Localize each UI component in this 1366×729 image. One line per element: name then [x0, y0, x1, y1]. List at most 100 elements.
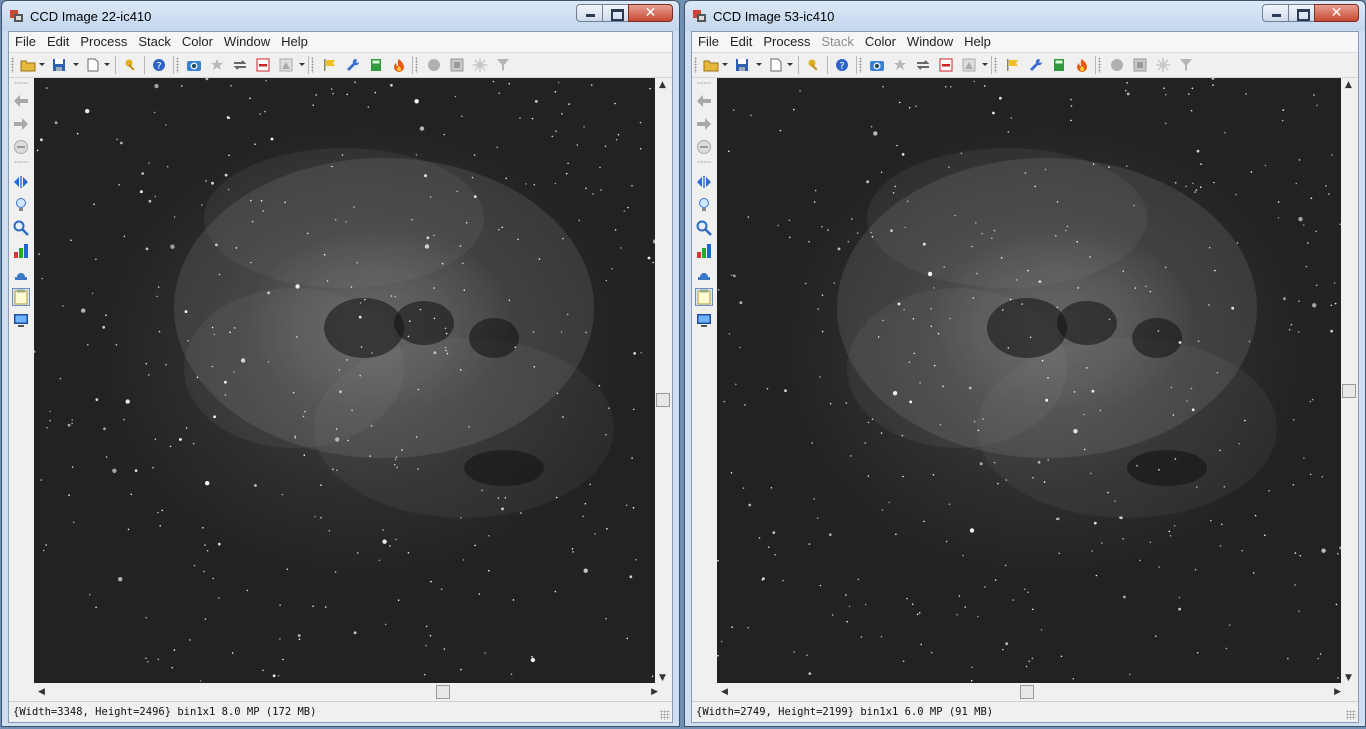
menu-edit[interactable]: Edit — [725, 32, 757, 52]
toolbar-grip[interactable] — [11, 57, 14, 73]
bar-chart-icon[interactable] — [12, 242, 30, 260]
menu-help[interactable]: Help — [276, 32, 313, 52]
mount-icon[interactable] — [12, 265, 30, 283]
help-icon[interactable]: ? — [150, 56, 168, 74]
title-bar[interactable]: CCD Image 53-ic410 ✕ — [685, 1, 1365, 31]
toolbar-grip[interactable] — [697, 82, 711, 84]
scroll-up-icon[interactable]: ▲ — [659, 80, 666, 90]
minus-circle-icon[interactable] — [12, 138, 30, 156]
swap-icon[interactable] — [231, 56, 249, 74]
chevron-down-icon[interactable] — [722, 63, 728, 66]
horizontal-scrollbar[interactable]: ◀ ▶ — [717, 684, 1345, 701]
open-folder-icon[interactable] — [19, 56, 37, 74]
new-doc-icon[interactable] — [84, 56, 102, 74]
chevron-down-icon[interactable] — [299, 63, 305, 66]
histogram-icon[interactable] — [960, 56, 978, 74]
magnifier-icon[interactable] — [695, 219, 713, 237]
calculator-icon[interactable] — [1050, 56, 1068, 74]
circle-icon[interactable] — [1108, 56, 1126, 74]
flame-icon[interactable] — [390, 56, 408, 74]
title-bar[interactable]: CCD Image 22-ic410 ✕ — [2, 1, 679, 31]
chevron-down-icon[interactable] — [982, 63, 988, 66]
image-canvas[interactable] — [717, 78, 1345, 683]
chevron-down-icon[interactable] — [39, 63, 45, 66]
menu-color[interactable]: Color — [177, 32, 218, 52]
bar-chart-icon[interactable] — [695, 242, 713, 260]
monitor-icon[interactable] — [12, 311, 30, 329]
toolbar-grip[interactable] — [415, 57, 418, 73]
filter-icon[interactable] — [494, 56, 512, 74]
camera-icon[interactable] — [868, 56, 886, 74]
notepad-icon[interactable] — [695, 288, 713, 306]
wrench-icon[interactable] — [344, 56, 362, 74]
toolbar-grip[interactable] — [176, 57, 179, 73]
star-icon[interactable] — [891, 56, 909, 74]
minus-box-icon[interactable] — [937, 56, 955, 74]
toolbar-grip[interactable] — [311, 57, 314, 73]
scroll-right-icon[interactable]: ▶ — [651, 687, 658, 697]
menu-process[interactable]: Process — [758, 32, 815, 52]
key-icon[interactable] — [122, 56, 140, 74]
circle-icon[interactable] — [425, 56, 443, 74]
scroll-left-icon[interactable]: ◀ — [721, 687, 728, 697]
scroll-left-icon[interactable]: ◀ — [38, 687, 45, 697]
toolbar-grip[interactable] — [697, 161, 711, 163]
star-icon[interactable] — [208, 56, 226, 74]
resize-grip-icon[interactable] — [660, 710, 670, 720]
menu-window[interactable]: Window — [219, 32, 275, 52]
menu-edit[interactable]: Edit — [42, 32, 74, 52]
calculator-icon[interactable] — [367, 56, 385, 74]
arrow-right-icon[interactable] — [12, 115, 30, 133]
help-icon[interactable]: ? — [833, 56, 851, 74]
menu-file[interactable]: File — [10, 32, 41, 52]
vertical-scroll-thumb[interactable] — [1342, 384, 1356, 398]
flame-icon[interactable] — [1073, 56, 1091, 74]
vertical-scrollbar[interactable]: ▲ ▼ — [655, 78, 672, 683]
toolbar-grip[interactable] — [1098, 57, 1101, 73]
open-folder-icon[interactable] — [702, 56, 720, 74]
save-icon[interactable] — [733, 56, 751, 74]
horizontal-scrollbar[interactable]: ◀ ▶ — [34, 684, 662, 701]
histogram-icon[interactable] — [277, 56, 295, 74]
close-button[interactable]: ✕ — [628, 4, 673, 22]
starburst-icon[interactable] — [471, 56, 489, 74]
close-button[interactable]: ✕ — [1314, 4, 1359, 22]
vertical-scroll-thumb[interactable] — [656, 393, 670, 407]
bulb-icon[interactable] — [12, 196, 30, 214]
arrow-left-icon[interactable] — [695, 92, 713, 110]
flip-horizontal-icon[interactable] — [12, 173, 30, 191]
maximize-button[interactable] — [602, 4, 629, 22]
chevron-down-icon[interactable] — [787, 63, 793, 66]
bulb-icon[interactable] — [695, 196, 713, 214]
image-canvas[interactable] — [34, 78, 662, 683]
menu-stack[interactable]: Stack — [133, 32, 176, 52]
square-icon[interactable] — [1131, 56, 1149, 74]
horizontal-scroll-thumb[interactable] — [436, 685, 450, 699]
save-icon[interactable] — [50, 56, 68, 74]
chevron-down-icon[interactable] — [104, 63, 110, 66]
scroll-down-icon[interactable]: ▼ — [659, 673, 666, 683]
minus-circle-icon[interactable] — [695, 138, 713, 156]
swap-icon[interactable] — [914, 56, 932, 74]
monitor-icon[interactable] — [695, 311, 713, 329]
toolbar-grip[interactable] — [994, 57, 997, 73]
horizontal-scroll-thumb[interactable] — [1020, 685, 1034, 699]
toolbar-grip[interactable] — [694, 57, 697, 73]
minimize-button[interactable] — [576, 4, 603, 22]
toolbar-grip[interactable] — [859, 57, 862, 73]
camera-icon[interactable] — [185, 56, 203, 74]
maximize-button[interactable] — [1288, 4, 1315, 22]
menu-help[interactable]: Help — [959, 32, 996, 52]
mount-icon[interactable] — [695, 265, 713, 283]
flag-icon[interactable] — [1004, 56, 1022, 74]
key-icon[interactable] — [805, 56, 823, 74]
arrow-left-icon[interactable] — [12, 92, 30, 110]
menu-process[interactable]: Process — [75, 32, 132, 52]
vertical-scrollbar[interactable]: ▲ ▼ — [1341, 78, 1358, 683]
square-icon[interactable] — [448, 56, 466, 74]
minimize-button[interactable] — [1262, 4, 1289, 22]
wrench-icon[interactable] — [1027, 56, 1045, 74]
chevron-down-icon[interactable] — [73, 63, 79, 66]
starburst-icon[interactable] — [1154, 56, 1172, 74]
flip-horizontal-icon[interactable] — [695, 173, 713, 191]
